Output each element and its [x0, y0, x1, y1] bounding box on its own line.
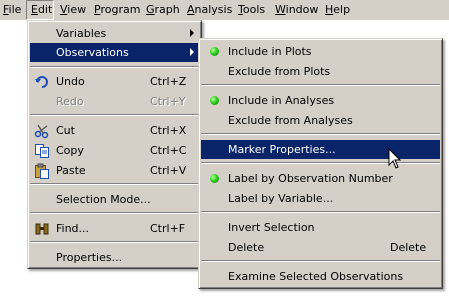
menu-item-include-in-plots[interactable]: Include in Plots	[201, 42, 440, 61]
menu-item-examine-selected-observations[interactable]: Examine Selected Observations	[201, 267, 440, 286]
menu-item-find[interactable]: Find... Ctrl+F	[30, 219, 199, 238]
menu-program[interactable]: Program	[94, 0, 140, 20]
menu-view[interactable]: View	[60, 0, 86, 20]
menu-program-rest: rogram	[100, 3, 141, 16]
separator	[201, 84, 440, 86]
menu-tools[interactable]: Tools	[238, 0, 265, 20]
menu-item-variables-label: Variables	[56, 27, 107, 40]
menu-item-selection-mode-label: Selection Mode...	[56, 193, 151, 206]
menu-help[interactable]: Help	[325, 0, 350, 20]
menu-item-undo-label: Undo	[56, 75, 85, 88]
menu-item-exclude-from-analyses-label: Exclude from Analyses	[228, 114, 353, 127]
separator	[30, 66, 199, 68]
menu-item-include-in-analyses[interactable]: Include in Analyses	[201, 91, 440, 110]
menu-item-paste-shortcut: Ctrl+V	[150, 164, 187, 177]
separator	[201, 162, 440, 164]
menu-graph[interactable]: Graph	[146, 0, 180, 20]
menu-help-rest: elp	[333, 3, 351, 16]
menu-item-find-shortcut: Ctrl+F	[150, 222, 186, 235]
menu-item-redo-label: Redo	[56, 95, 84, 108]
observations-submenu: Include in Plots Exclude from Plots Incl…	[198, 38, 443, 289]
menu-item-undo[interactable]: Undo Ctrl+Z	[30, 72, 199, 91]
menu-item-cut-label: Cut	[56, 124, 75, 137]
menu-edit-mnemonic: E	[31, 3, 38, 16]
binoculars-icon	[35, 223, 49, 235]
separator	[201, 260, 440, 262]
submenu-arrow-icon	[190, 48, 194, 56]
menu-item-paste[interactable]: Paste Ctrl+V	[30, 161, 199, 180]
menu-window-mnemonic: W	[275, 3, 286, 16]
separator	[30, 183, 199, 185]
menu-file[interactable]: File	[3, 0, 21, 20]
scissors-icon	[34, 124, 49, 139]
menu-tools-rest: ools	[242, 3, 266, 16]
menu-edit[interactable]: Edit	[26, 0, 54, 20]
menu-item-delete-shortcut: Delete	[390, 241, 427, 254]
menu-item-copy-label: Copy	[56, 144, 84, 157]
paste-icon	[35, 163, 49, 179]
separator	[30, 114, 199, 116]
menu-item-label-by-variable-label: Label by Variable...	[228, 192, 334, 205]
undo-icon	[35, 76, 48, 88]
menu-bar: File Edit View Program Graph Analysis To…	[0, 0, 449, 20]
menu-item-delete[interactable]: Delete Delete	[201, 238, 440, 257]
menu-item-variables[interactable]: Variables	[30, 24, 199, 43]
menu-window-rest: indow	[285, 3, 319, 16]
menu-item-label-by-observation-number[interactable]: Label by Observation Number	[201, 169, 440, 188]
menu-item-label-by-observation-number-label: Label by Observation Number	[228, 172, 393, 185]
menu-item-undo-shortcut: Ctrl+Z	[150, 75, 187, 88]
menu-item-observations-label: Observations	[56, 46, 129, 59]
menu-item-invert-selection[interactable]: Invert Selection	[201, 218, 440, 237]
separator	[201, 211, 440, 213]
menu-item-properties-label: Properties...	[56, 251, 123, 264]
menu-graph-mnemonic: G	[146, 3, 155, 16]
menu-item-cut[interactable]: Cut Ctrl+X	[30, 121, 199, 140]
separator	[201, 133, 440, 135]
menu-window[interactable]: Window	[275, 0, 318, 20]
menu-item-examine-selected-observations-label: Examine Selected Observations	[228, 270, 404, 283]
menu-item-observations[interactable]: Observations	[30, 43, 199, 62]
submenu-arrow-icon	[190, 29, 194, 37]
menu-edit-rest: dit	[37, 3, 53, 16]
menu-item-redo-shortcut: Ctrl+Y	[150, 95, 186, 108]
menu-item-copy[interactable]: Copy Ctrl+C	[30, 141, 199, 160]
check-dot-icon	[210, 96, 219, 105]
menu-item-properties[interactable]: Properties...	[30, 248, 199, 267]
menu-item-exclude-from-plots-label: Exclude from Plots	[228, 65, 331, 78]
menu-item-exclude-from-analyses[interactable]: Exclude from Analyses	[201, 111, 440, 130]
copy-icon	[35, 144, 49, 158]
menu-item-paste-label: Paste	[56, 164, 86, 177]
menu-analysis[interactable]: Analysis	[187, 0, 232, 20]
menu-analysis-rest: nalysis	[194, 3, 233, 16]
menu-item-selection-mode[interactable]: Selection Mode...	[30, 190, 199, 209]
menu-item-exclude-from-plots[interactable]: Exclude from Plots	[201, 62, 440, 81]
menu-item-delete-label: Delete	[228, 241, 265, 254]
menu-graph-rest: raph	[154, 3, 180, 16]
menu-analysis-mnemonic: A	[187, 3, 195, 16]
menu-item-label-by-variable[interactable]: Label by Variable...	[201, 189, 440, 208]
mouse-cursor-icon	[388, 148, 402, 169]
menu-item-invert-selection-label: Invert Selection	[228, 221, 315, 234]
menu-item-marker-properties[interactable]: Marker Properties...	[201, 140, 440, 159]
edit-menu: Variables Observations Undo Ctrl+Z Redo …	[27, 20, 202, 269]
menu-file-rest: ile	[8, 3, 22, 16]
menu-item-include-in-plots-label: Include in Plots	[228, 45, 312, 58]
separator	[30, 212, 199, 214]
check-dot-icon	[210, 47, 219, 56]
menu-item-find-label: Find...	[56, 222, 90, 235]
separator	[30, 241, 199, 243]
menu-item-cut-shortcut: Ctrl+X	[150, 124, 187, 137]
menu-item-include-in-analyses-label: Include in Analyses	[228, 94, 335, 107]
menu-view-rest: iew	[67, 3, 87, 16]
check-dot-icon	[210, 174, 219, 183]
menu-item-copy-shortcut: Ctrl+C	[150, 144, 187, 157]
menu-item-redo[interactable]: Redo Ctrl+Y	[30, 92, 199, 111]
menu-item-marker-properties-label: Marker Properties...	[228, 143, 336, 156]
